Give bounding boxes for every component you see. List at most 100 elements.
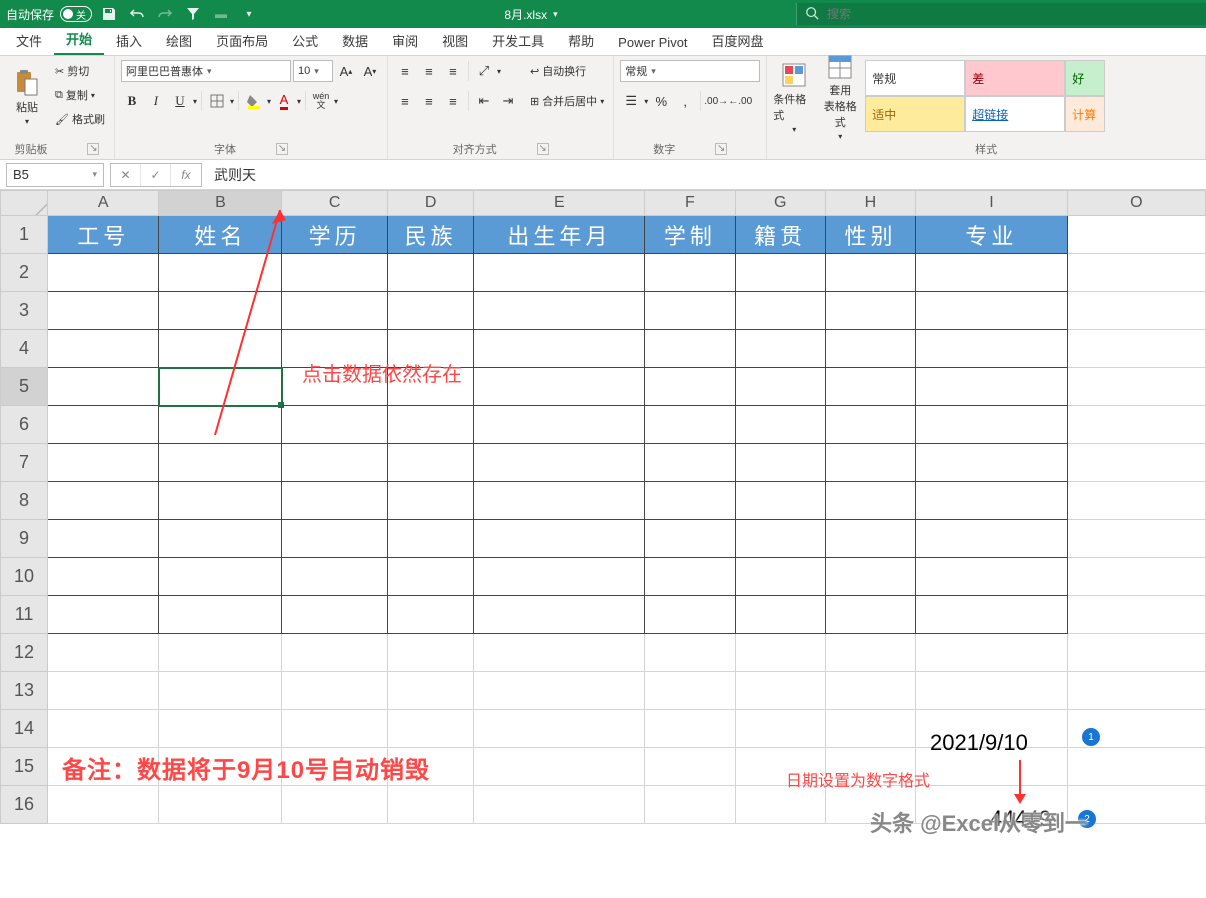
- cell[interactable]: [474, 748, 645, 786]
- cell[interactable]: [736, 444, 826, 482]
- orientation-icon[interactable]: ⤢: [473, 60, 495, 82]
- clipboard-launcher-icon[interactable]: ↘: [87, 143, 99, 155]
- cell[interactable]: [48, 596, 159, 634]
- cell[interactable]: [826, 368, 916, 406]
- cell[interactable]: [159, 634, 282, 672]
- cut-button[interactable]: ✂剪切: [52, 60, 108, 82]
- cell[interactable]: [474, 444, 645, 482]
- cell[interactable]: [826, 444, 916, 482]
- col-header-F[interactable]: F: [645, 190, 735, 216]
- underline-button[interactable]: U: [169, 90, 191, 112]
- cell[interactable]: [159, 406, 282, 444]
- cell[interactable]: [916, 444, 1068, 482]
- cell[interactable]: [645, 596, 735, 634]
- cell[interactable]: [826, 634, 916, 672]
- align-top-icon[interactable]: ≡: [394, 60, 416, 82]
- row-header-5[interactable]: 5: [0, 368, 48, 406]
- cell[interactable]: [474, 254, 645, 292]
- paste-button[interactable]: 粘贴▾: [6, 60, 48, 134]
- cell[interactable]: [736, 672, 826, 710]
- row-header-6[interactable]: 6: [0, 406, 48, 444]
- style-good[interactable]: 好: [1065, 60, 1105, 96]
- percent-icon[interactable]: %: [650, 90, 672, 112]
- conditional-format-button[interactable]: 条件格式▾: [773, 60, 815, 134]
- cell[interactable]: [1068, 672, 1206, 710]
- cell[interactable]: [916, 634, 1068, 672]
- align-middle-icon[interactable]: ≡: [418, 60, 440, 82]
- tab-baidu[interactable]: 百度网盘: [700, 25, 776, 55]
- col-header-G[interactable]: G: [736, 190, 826, 216]
- cell[interactable]: [826, 710, 916, 748]
- cell[interactable]: [388, 634, 474, 672]
- row-header-13[interactable]: 13: [0, 672, 48, 710]
- col-header-O[interactable]: O: [1068, 190, 1206, 216]
- cell[interactable]: [826, 330, 916, 368]
- cell[interactable]: [282, 710, 388, 748]
- cell[interactable]: [736, 710, 826, 748]
- cell[interactable]: [645, 368, 735, 406]
- cell[interactable]: [159, 292, 282, 330]
- style-normal[interactable]: 常规: [865, 60, 965, 96]
- cell[interactable]: 学制: [645, 216, 735, 254]
- undo-icon[interactable]: [126, 3, 148, 25]
- cell[interactable]: [916, 482, 1068, 520]
- increase-font-icon[interactable]: A▴: [335, 60, 357, 82]
- cell[interactable]: [736, 596, 826, 634]
- col-header-E[interactable]: E: [474, 190, 645, 216]
- cell[interactable]: [159, 520, 282, 558]
- cell[interactable]: [474, 330, 645, 368]
- cell[interactable]: [1068, 216, 1206, 254]
- select-all-corner[interactable]: [0, 190, 48, 216]
- search-input[interactable]: [827, 7, 1198, 21]
- cell[interactable]: [645, 254, 735, 292]
- cell[interactable]: [1068, 596, 1206, 634]
- cell[interactable]: [474, 710, 645, 748]
- cell[interactable]: [474, 672, 645, 710]
- copy-button[interactable]: ⧉复制▾: [52, 84, 108, 106]
- autosave-toggle[interactable]: 关: [60, 6, 92, 22]
- cell[interactable]: [826, 292, 916, 330]
- cell[interactable]: [282, 520, 388, 558]
- increase-decimal-icon[interactable]: .00→: [705, 90, 727, 112]
- italic-button[interactable]: I: [145, 90, 167, 112]
- cell[interactable]: [159, 596, 282, 634]
- decrease-font-icon[interactable]: A▾: [359, 60, 381, 82]
- cell[interactable]: [48, 520, 159, 558]
- name-box[interactable]: B5 ▾: [6, 163, 104, 187]
- cell[interactable]: [645, 634, 735, 672]
- cell[interactable]: [1068, 368, 1206, 406]
- cell[interactable]: [645, 444, 735, 482]
- cell[interactable]: [1068, 406, 1206, 444]
- cell[interactable]: [826, 406, 916, 444]
- cell[interactable]: [645, 330, 735, 368]
- style-hyperlink[interactable]: 超链接: [965, 96, 1065, 132]
- cell[interactable]: [48, 368, 159, 406]
- cell[interactable]: [48, 254, 159, 292]
- cell[interactable]: [645, 482, 735, 520]
- tab-draw[interactable]: 绘图: [154, 25, 204, 55]
- cell[interactable]: [48, 558, 159, 596]
- cell[interactable]: [474, 634, 645, 672]
- cell[interactable]: [159, 444, 282, 482]
- row-header-2[interactable]: 2: [0, 254, 48, 292]
- cell[interactable]: [826, 558, 916, 596]
- cell[interactable]: [282, 254, 388, 292]
- cell[interactable]: [916, 672, 1068, 710]
- cell[interactable]: [1068, 748, 1206, 786]
- cell[interactable]: [48, 634, 159, 672]
- cell[interactable]: [1068, 558, 1206, 596]
- cell[interactable]: [736, 254, 826, 292]
- col-header-I[interactable]: I: [916, 190, 1068, 216]
- align-launcher-icon[interactable]: ↘: [537, 143, 549, 155]
- cell[interactable]: [474, 482, 645, 520]
- row-header-11[interactable]: 11: [0, 596, 48, 634]
- cell[interactable]: [474, 520, 645, 558]
- fx-icon[interactable]: fx: [171, 164, 201, 186]
- fill-color-button[interactable]: [243, 90, 265, 112]
- cell[interactable]: [48, 330, 159, 368]
- cell[interactable]: [916, 292, 1068, 330]
- cell[interactable]: [159, 254, 282, 292]
- cell[interactable]: [159, 558, 282, 596]
- cell[interactable]: [474, 786, 645, 824]
- cell[interactable]: [826, 482, 916, 520]
